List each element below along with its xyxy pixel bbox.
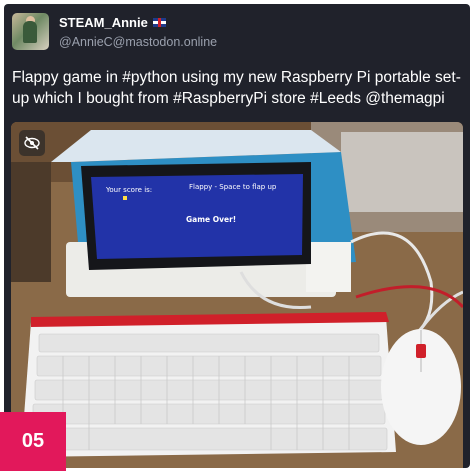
avatar[interactable]: [12, 13, 49, 50]
game-title: Flappy - Space to flap up: [189, 183, 277, 191]
mastodon-post: STEAM_Annie @AnnieC@mastodon.online Flap…: [4, 4, 470, 468]
game-over-text: Game Over!: [186, 215, 236, 224]
hide-media-button[interactable]: [19, 130, 45, 156]
media-attachment[interactable]: Your score is: Flappy - Space to flap up…: [11, 122, 463, 468]
number-badge: 05: [0, 412, 66, 471]
avatar-figure: [23, 21, 37, 43]
score-label: Your score is:: [105, 186, 152, 194]
photo-raspberry-pi-setup: Your score is: Flappy - Space to flap up…: [11, 122, 463, 468]
eye-slash-icon: [24, 136, 40, 150]
account-handle[interactable]: @AnnieC@mastodon.online: [59, 35, 217, 49]
screenshot-frame: STEAM_Annie @AnnieC@mastodon.online Flap…: [0, 0, 474, 471]
display-name[interactable]: STEAM_Annie: [59, 15, 166, 30]
display-name-text: STEAM_Annie: [59, 15, 148, 30]
post-text: Flappy game in #python using my new Rasp…: [12, 69, 461, 107]
uk-flag-icon: [152, 18, 166, 27]
